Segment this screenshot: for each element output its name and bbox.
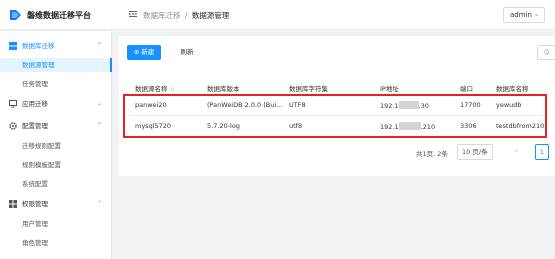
grid-icon bbox=[9, 200, 17, 208]
column-header-version: 数据库版本 bbox=[207, 85, 240, 93]
sidebar-item-label: 迁移规则配置 bbox=[22, 142, 61, 150]
page-number-button[interactable]: 1 bbox=[535, 144, 549, 160]
breadcrumb: 数据库迁移 / 数据源管理 bbox=[143, 10, 229, 21]
breadcrumb-parent[interactable]: 数据库迁移 bbox=[143, 11, 181, 20]
chevron-down-icon: ⌄ bbox=[97, 100, 103, 107]
sidebar-group-config[interactable]: 配置管理 ⌃ bbox=[0, 119, 112, 133]
search-input[interactable]: Q bbox=[537, 45, 555, 60]
sidebar-group-database-migration[interactable]: 数据库迁移 ⌃ bbox=[0, 39, 112, 53]
app-title: 磐维数据迁移平台 bbox=[27, 11, 91, 20]
user-dropdown[interactable]: admin ⌄ bbox=[503, 7, 545, 23]
chevron-up-icon: ⌃ bbox=[97, 42, 103, 49]
sidebar-item-task[interactable]: 任务管理 bbox=[0, 77, 112, 91]
column-header-ip: IP地址 bbox=[380, 85, 399, 93]
sidebar-item-label: 用户管理 bbox=[22, 220, 48, 228]
chevron-up-icon: ⌃ bbox=[97, 122, 103, 129]
highlight-annotation-box bbox=[123, 94, 547, 138]
gear-icon bbox=[9, 122, 17, 130]
page-size-select[interactable]: 10 页/条 ⌄ bbox=[457, 144, 493, 160]
breadcrumb-separator: / bbox=[184, 11, 188, 20]
table-header: 数据源名称 ⇅ 数据库版本 数据库字符集 IP地址 端口 数据库名称 bbox=[129, 80, 549, 94]
pagination-total: 共1页, 2条 bbox=[416, 150, 448, 158]
sidebar-item-users[interactable]: 用户管理 bbox=[0, 217, 112, 231]
column-header-port: 端口 bbox=[460, 85, 473, 93]
sidebar-group-label: 配置管理 bbox=[22, 122, 48, 130]
monitor-icon bbox=[9, 100, 17, 108]
chevron-up-icon: ⌃ bbox=[97, 200, 103, 207]
app-root: 磐维数据迁移平台 数据库迁移 / 数据源管理 admin ⌄ 数据库迁移 ⌃ 数… bbox=[0, 0, 555, 259]
sidebar-item-roles[interactable]: 角色管理 bbox=[0, 236, 112, 250]
sidebar-item-label: 数据源管理 bbox=[22, 61, 55, 69]
search-icon: Q bbox=[544, 48, 550, 56]
sort-icon[interactable]: ⇅ bbox=[171, 87, 175, 93]
sidebar: 数据库迁移 ⌃ 数据源管理 任务管理 应用迁移 ⌄ 配置管理 ⌃ 迁移规则配置 … bbox=[0, 31, 112, 259]
column-header-charset: 数据库字符集 bbox=[289, 85, 328, 93]
breadcrumb-current: 数据源管理 bbox=[191, 11, 230, 20]
new-button[interactable]: ⊕ 新建 bbox=[127, 45, 161, 60]
menu-collapse-icon[interactable] bbox=[129, 10, 137, 18]
chevron-down-icon: ⌄ bbox=[484, 149, 489, 155]
sidebar-group-label: 权限管理 bbox=[22, 200, 48, 208]
user-name: admin bbox=[510, 11, 532, 19]
pagination: 共1页, 2条 10 页/条 ⌄ ‹ 1 bbox=[119, 144, 555, 160]
sidebar-item-rule-templates[interactable]: 规则模板配置 bbox=[0, 158, 112, 172]
database-icon bbox=[9, 42, 17, 50]
chevron-down-icon: ⌄ bbox=[533, 11, 539, 18]
prev-page-icon[interactable]: ‹ bbox=[515, 147, 518, 155]
sidebar-item-datasource[interactable]: 数据源管理 bbox=[0, 58, 112, 72]
sidebar-group-permissions[interactable]: 权限管理 ⌃ bbox=[0, 197, 112, 211]
sidebar-item-label: 规则模板配置 bbox=[22, 161, 61, 169]
app-logo-icon bbox=[10, 10, 21, 20]
column-header-name[interactable]: 数据源名称 ⇅ bbox=[135, 83, 175, 93]
column-header-dbname: 数据库名称 bbox=[496, 85, 529, 93]
sidebar-item-migration-rules[interactable]: 迁移规则配置 bbox=[0, 139, 112, 153]
sidebar-group-label: 应用迁移 bbox=[22, 100, 48, 108]
sidebar-item-label: 系统配置 bbox=[22, 180, 48, 188]
sidebar-item-label: 角色管理 bbox=[22, 239, 48, 247]
sidebar-item-label: 任务管理 bbox=[22, 80, 48, 88]
new-button-label: 新建 bbox=[141, 48, 155, 56]
sidebar-group-app-migration[interactable]: 应用迁移 ⌄ bbox=[0, 97, 112, 111]
page-size-value: 10 页/条 bbox=[462, 148, 488, 156]
sidebar-group-label: 数据库迁移 bbox=[22, 42, 55, 50]
top-header: 磐维数据迁移平台 数据库迁移 / 数据源管理 admin ⌄ bbox=[0, 0, 555, 30]
refresh-button[interactable]: 刷新 bbox=[171, 45, 203, 60]
sidebar-item-system-config[interactable]: 系统配置 bbox=[0, 177, 112, 191]
